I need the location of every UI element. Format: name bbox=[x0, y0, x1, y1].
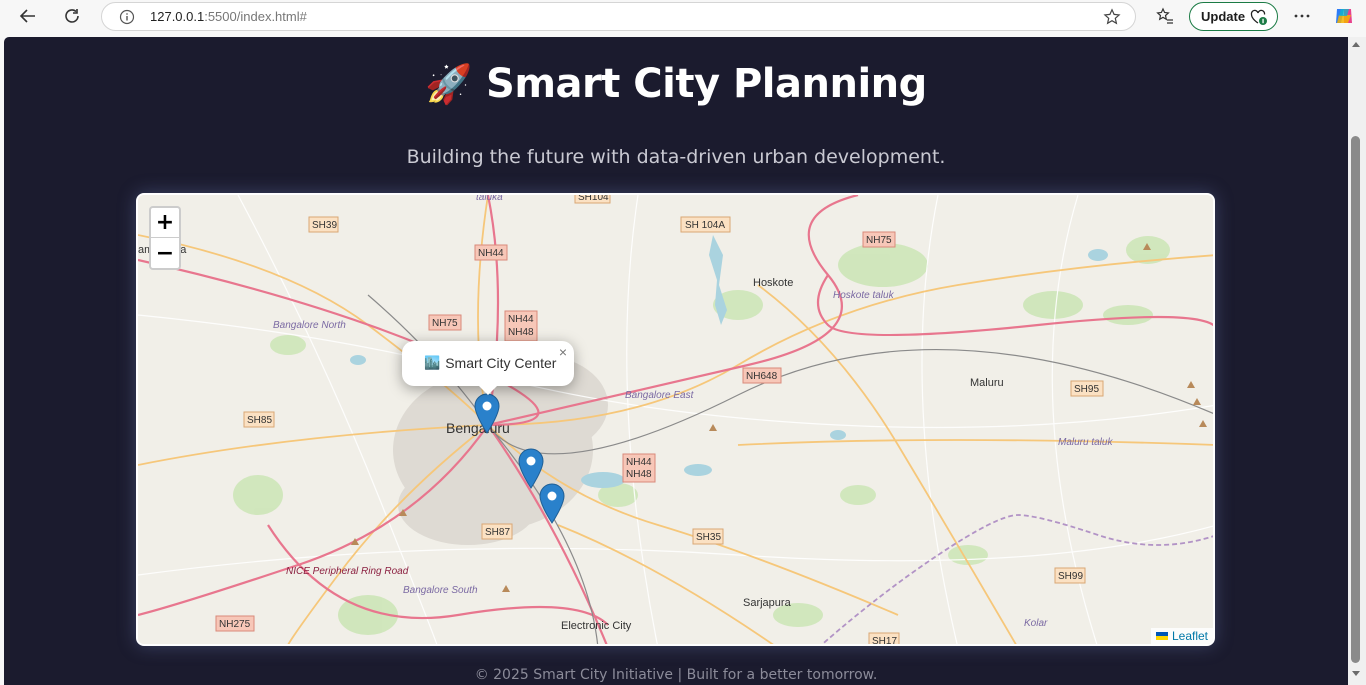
svg-text:SH35: SH35 bbox=[696, 532, 721, 543]
url-text: 127.0.0.1:5500/index.html# bbox=[150, 9, 307, 24]
map-label-sarjapura: Sarjapura bbox=[743, 597, 792, 609]
page-title: 🚀 Smart City Planning bbox=[425, 61, 927, 107]
map-label-hoskote: Hoskote bbox=[753, 277, 793, 289]
shield-nh44-nh48-a: NH44 NH48 bbox=[504, 310, 538, 342]
site-info-icon[interactable] bbox=[119, 9, 135, 25]
favorites-icon[interactable] bbox=[1152, 4, 1178, 28]
map-label-electronic-city: Electronic City bbox=[561, 620, 632, 632]
favorite-star-icon[interactable] bbox=[1103, 8, 1121, 30]
shield-sh99: SH99 bbox=[1054, 567, 1086, 584]
scroll-up-arrow-icon[interactable] bbox=[1352, 42, 1360, 47]
map-marker[interactable] bbox=[539, 483, 565, 524]
shield-nh75-left: NH75 bbox=[428, 314, 462, 331]
map-label-maluru: Maluru bbox=[970, 377, 1004, 389]
shield-sh87: SH87 bbox=[481, 523, 513, 540]
page-body: 🚀 Smart City Planning Building the futur… bbox=[4, 37, 1348, 685]
page-subtitle: Building the future with data-driven urb… bbox=[406, 146, 946, 168]
svg-text:SH39: SH39 bbox=[312, 220, 337, 231]
reload-icon[interactable] bbox=[59, 4, 85, 28]
map-label-nice-road: NICE Peripheral Ring Road bbox=[286, 566, 409, 577]
svg-text:NH648: NH648 bbox=[746, 371, 778, 382]
shield-nh44-nh48-b: NH44NH48 bbox=[622, 453, 656, 483]
zoom-in-button[interactable]: + bbox=[151, 208, 179, 238]
shield-sh104: SH104 bbox=[574, 195, 611, 204]
svg-text:SH99: SH99 bbox=[1058, 571, 1083, 582]
shield-nh44-top: NH44 bbox=[474, 244, 508, 261]
svg-text:SH85: SH85 bbox=[247, 415, 272, 426]
svg-text:SH104: SH104 bbox=[578, 195, 609, 203]
scrollbar-thumb[interactable] bbox=[1351, 136, 1360, 663]
svg-text:NH44: NH44 bbox=[508, 314, 534, 325]
map-marker[interactable] bbox=[474, 393, 500, 434]
city-map[interactable]: Bengaluru Hoskote Maluru Sarjapura Elect… bbox=[136, 193, 1215, 646]
address-bar[interactable]: 127.0.0.1:5500/index.html# bbox=[101, 2, 1136, 31]
page-footer: © 2025 Smart City Initiative | Built for… bbox=[474, 667, 878, 683]
svg-text:SH 104A: SH 104A bbox=[685, 220, 725, 231]
rocket-icon: 🚀 bbox=[425, 61, 473, 106]
popup-text: Smart City Center bbox=[445, 355, 557, 371]
zoom-out-button[interactable]: − bbox=[151, 238, 179, 268]
shield-sh95: SH95 bbox=[1070, 380, 1104, 397]
popup-close-button[interactable]: × bbox=[559, 344, 567, 360]
leaflet-link[interactable]: Leaflet bbox=[1172, 629, 1208, 643]
svg-text:NH275: NH275 bbox=[219, 619, 251, 630]
popup-content: 🏙️ Smart City Center bbox=[424, 355, 556, 371]
city-icon: 🏙️ bbox=[424, 355, 441, 370]
page-title-text: Smart City Planning bbox=[486, 61, 927, 107]
shield-sh39: SH39 bbox=[308, 216, 339, 233]
shield-sh35: SH35 bbox=[692, 528, 724, 545]
header: 🚀 Smart City Planning bbox=[4, 61, 1348, 107]
update-button[interactable]: Update bbox=[1189, 2, 1278, 31]
marker-popup: 🏙️ Smart City Center × bbox=[402, 341, 574, 395]
map-label-hoskote-taluk: Hoskote taluk bbox=[833, 290, 895, 301]
svg-text:SH87: SH87 bbox=[485, 527, 510, 538]
svg-text:NH48: NH48 bbox=[508, 327, 534, 338]
svg-text:NH75: NH75 bbox=[432, 318, 458, 329]
map-label-maluru-taluk: Maluru taluk bbox=[1058, 437, 1113, 448]
copilot-icon[interactable] bbox=[1331, 4, 1357, 28]
map-label-kolar: Kolar bbox=[1024, 618, 1048, 629]
shield-nh75-top: NH75 bbox=[862, 231, 896, 248]
ukraine-flag-icon bbox=[1155, 632, 1168, 640]
svg-text:SH95: SH95 bbox=[1074, 384, 1099, 395]
svg-text:SH17: SH17 bbox=[872, 636, 897, 646]
svg-text:NH75: NH75 bbox=[866, 235, 892, 246]
more-menu-icon[interactable] bbox=[1289, 4, 1315, 28]
shield-sh85: SH85 bbox=[243, 411, 275, 428]
shield-sh17: SH17 bbox=[868, 632, 900, 646]
shield-sh104a: SH 104A bbox=[680, 216, 731, 233]
shield-nh275: NH275 bbox=[215, 615, 255, 632]
svg-text:NH44: NH44 bbox=[626, 457, 652, 468]
svg-text:NH48: NH48 bbox=[626, 469, 652, 480]
svg-text:NH44: NH44 bbox=[478, 248, 504, 259]
back-arrow-icon[interactable] bbox=[15, 4, 41, 28]
map-label-bangalore-south: Bangalore South bbox=[403, 585, 478, 596]
zoom-control: + − bbox=[149, 206, 181, 270]
scroll-down-arrow-icon[interactable] bbox=[1352, 671, 1360, 676]
map-label-bangalore-north: Bangalore North bbox=[273, 320, 346, 331]
map-tiles[interactable]: Bengaluru Hoskote Maluru Sarjapura Elect… bbox=[138, 195, 1215, 646]
map-label-bangalore-east: Bangalore East bbox=[625, 390, 695, 401]
map-label-taluka: taluka bbox=[476, 195, 503, 203]
shield-nh648: NH648 bbox=[742, 367, 782, 384]
popup-tip bbox=[477, 384, 499, 395]
map-attribution: Leaflet bbox=[1150, 628, 1213, 644]
heart-update-icon bbox=[1250, 9, 1268, 29]
browser-toolbar: 127.0.0.1:5500/index.html# Update bbox=[0, 0, 1366, 33]
